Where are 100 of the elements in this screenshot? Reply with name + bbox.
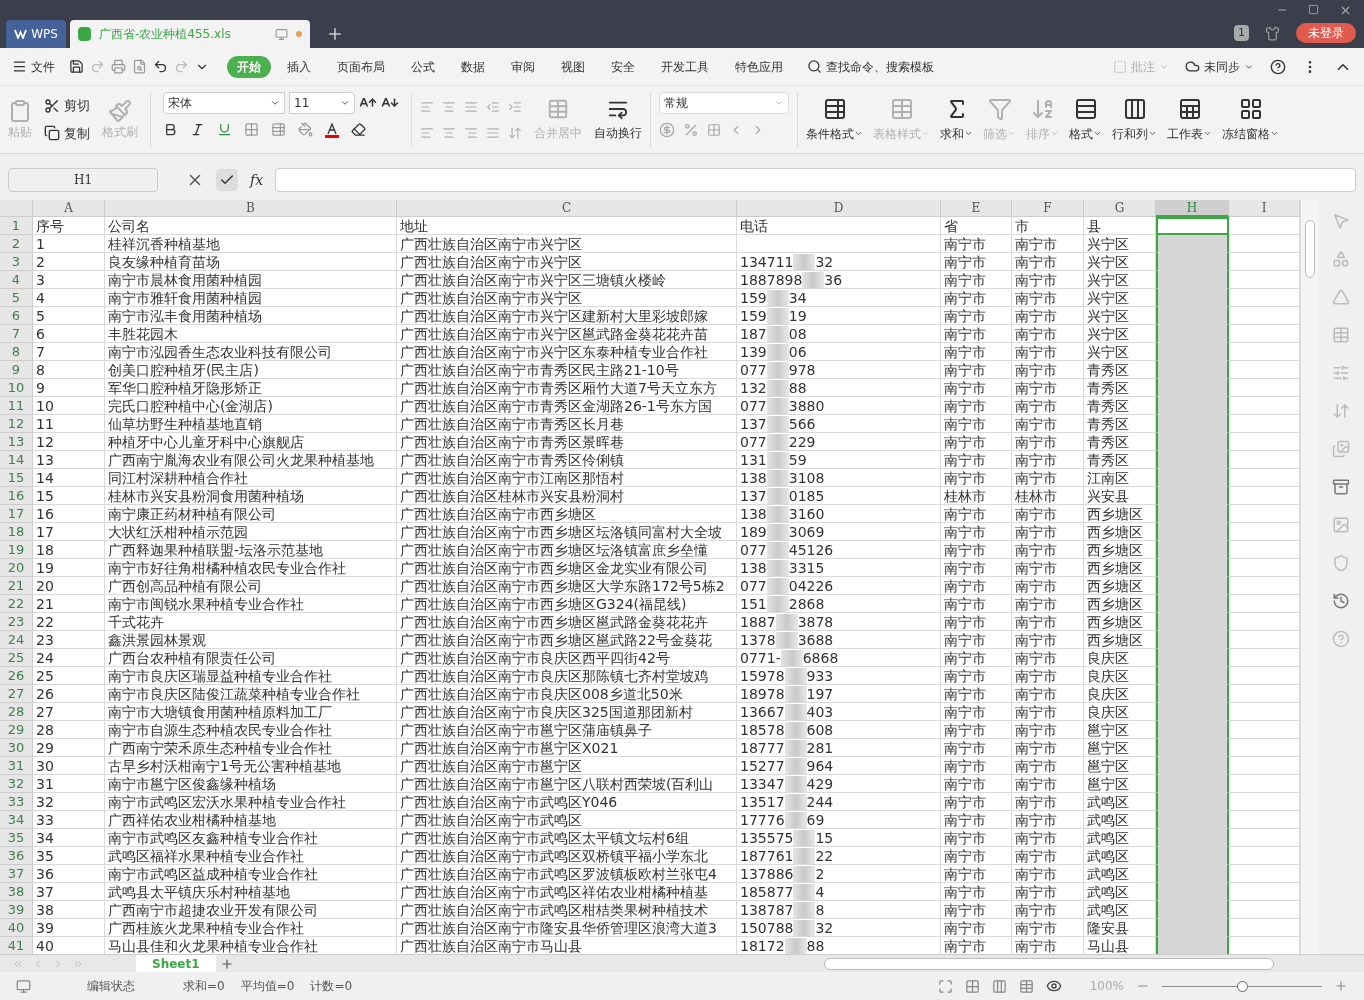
- row-number[interactable]: 14: [0, 451, 33, 469]
- row-number[interactable]: 27: [0, 685, 33, 703]
- row-number[interactable]: 37: [0, 865, 33, 883]
- ribbon-button[interactable]: 格式: [1069, 96, 1102, 143]
- ribbon-tab[interactable]: 插入: [277, 55, 321, 78]
- align-center-icon[interactable]: [442, 125, 456, 140]
- column-header[interactable]: C: [397, 200, 737, 217]
- align-middle-icon[interactable]: [442, 99, 456, 114]
- row-number[interactable]: 9: [0, 361, 33, 379]
- close-icon[interactable]: [1339, 4, 1352, 17]
- font-name-field[interactable]: 宋体: [163, 91, 285, 114]
- percent-icon[interactable]: [683, 121, 699, 138]
- row-number[interactable]: 23: [0, 613, 33, 631]
- row-number[interactable]: 4: [0, 271, 33, 289]
- row-number[interactable]: 36: [0, 847, 33, 865]
- row-number[interactable]: 10: [0, 379, 33, 397]
- save-icon[interactable]: [69, 59, 84, 74]
- help-icon[interactable]: [1270, 58, 1286, 75]
- row-number[interactable]: 17: [0, 505, 33, 523]
- row-number[interactable]: 40: [0, 919, 33, 937]
- distribute-icon[interactable]: [508, 125, 522, 140]
- page-break-icon[interactable]: [991, 978, 1007, 994]
- row-number[interactable]: 26: [0, 667, 33, 685]
- row-number[interactable]: 5: [0, 289, 33, 307]
- ribbon-tab[interactable]: 安全: [601, 55, 645, 78]
- eraser-icon[interactable]: [351, 122, 366, 137]
- ribbon-tab[interactable]: 审阅: [501, 55, 545, 78]
- align-left-icon[interactable]: [420, 125, 434, 140]
- document-tab[interactable]: 广西省-农业种植455.xls: [70, 20, 310, 48]
- shield-icon[interactable]: [1332, 554, 1350, 572]
- comment-button[interactable]: 批注: [1113, 57, 1169, 76]
- column-header[interactable]: E: [941, 200, 1012, 217]
- fullscreen-icon[interactable]: [937, 978, 953, 994]
- italic-icon[interactable]: [190, 122, 205, 137]
- archive-icon[interactable]: [1332, 478, 1350, 496]
- print-preview-icon[interactable]: [132, 59, 147, 74]
- history-icon[interactable]: [1332, 592, 1350, 610]
- row-number[interactable]: 30: [0, 739, 33, 757]
- row-number[interactable]: 15: [0, 469, 33, 487]
- print-icon[interactable]: [111, 59, 126, 74]
- row-number[interactable]: 34: [0, 811, 33, 829]
- row-number[interactable]: 35: [0, 829, 33, 847]
- row-number[interactable]: 19: [0, 541, 33, 559]
- shirt-icon[interactable]: [1265, 25, 1280, 41]
- column-header[interactable]: D: [737, 200, 941, 217]
- thousands-separator-icon[interactable]: [707, 122, 721, 137]
- column-header[interactable]: A: [33, 200, 105, 217]
- row-number[interactable]: 28: [0, 703, 33, 721]
- sort-arrows-icon[interactable]: [1332, 402, 1350, 420]
- row-number[interactable]: 20: [0, 559, 33, 577]
- row-number[interactable]: 33: [0, 793, 33, 811]
- horizontal-scrollbar[interactable]: [823, 957, 1274, 970]
- column-header[interactable]: B: [105, 200, 397, 217]
- table-icon[interactable]: [1332, 326, 1350, 344]
- ribbon-tab[interactable]: 数据: [451, 55, 495, 78]
- triangle-icon[interactable]: [1332, 288, 1350, 306]
- undo-icon[interactable]: [153, 59, 168, 74]
- column-header[interactable]: I: [1229, 200, 1300, 217]
- ribbon-tab[interactable]: 公式: [401, 55, 445, 78]
- zoom-slider[interactable]: [1162, 980, 1322, 992]
- sync-button[interactable]: 未同步: [1185, 57, 1254, 76]
- borders-icon[interactable]: [244, 122, 259, 137]
- sheet-tab[interactable]: Sheet1: [136, 954, 216, 973]
- row-number[interactable]: 41: [0, 937, 33, 954]
- row-number[interactable]: 39: [0, 901, 33, 919]
- new-tab-icon[interactable]: [326, 25, 344, 43]
- login-button[interactable]: 未登录: [1296, 23, 1356, 43]
- function-label[interactable]: fx: [250, 169, 264, 191]
- file-menu[interactable]: 文件: [12, 57, 55, 76]
- row-number[interactable]: 7: [0, 325, 33, 343]
- ribbon-tab[interactable]: 特色应用: [725, 55, 793, 78]
- images-icon[interactable]: [1332, 440, 1350, 458]
- sliders-icon[interactable]: [1332, 364, 1350, 382]
- add-sheet-icon[interactable]: [219, 956, 234, 971]
- eye-icon[interactable]: [1045, 978, 1062, 994]
- row-number[interactable]: 3: [0, 253, 33, 271]
- justify-icon[interactable]: [486, 125, 500, 140]
- row-number[interactable]: 22: [0, 595, 33, 613]
- cell-style-icon[interactable]: [271, 122, 286, 137]
- selected-cell[interactable]: [1156, 217, 1229, 235]
- row-number[interactable]: 11: [0, 397, 33, 415]
- shapes-icon[interactable]: [1332, 250, 1350, 268]
- align-bottom-icon[interactable]: [464, 99, 478, 114]
- window-count-badge[interactable]: 1: [1234, 24, 1249, 42]
- ribbon-button[interactable]: 冻结窗格: [1222, 96, 1279, 143]
- fill-color-icon[interactable]: [298, 122, 313, 137]
- vertical-scrollbar[interactable]: [1300, 200, 1318, 954]
- ribbon-tab[interactable]: 开发工具: [651, 55, 719, 78]
- row-number[interactable]: 13: [0, 433, 33, 451]
- zoom-level[interactable]: 100%: [1089, 977, 1124, 995]
- ribbon-button[interactable]: 求和: [940, 96, 973, 143]
- normal-view-icon[interactable]: [964, 978, 980, 994]
- column-header[interactable]: H: [1156, 200, 1229, 217]
- image-icon[interactable]: [1332, 516, 1350, 534]
- row-number[interactable]: 32: [0, 775, 33, 793]
- ribbon-tab[interactable]: 开始: [227, 55, 271, 78]
- formula-input[interactable]: [275, 168, 1356, 192]
- macro-icon[interactable]: [16, 978, 31, 994]
- row-number[interactable]: 29: [0, 721, 33, 739]
- align-top-icon[interactable]: [420, 99, 434, 114]
